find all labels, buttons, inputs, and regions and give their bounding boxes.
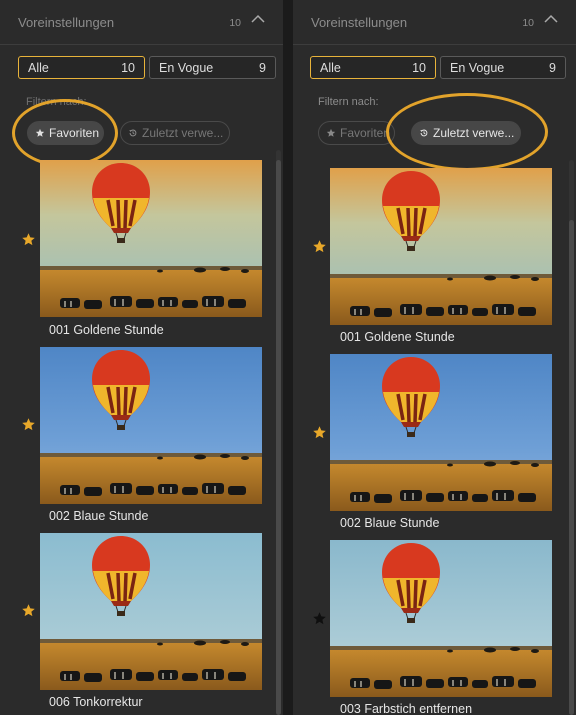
tab-alle[interactable]: Alle 10: [18, 56, 145, 79]
tab-count: 9: [549, 61, 556, 75]
preset-label: 001 Goldene Stunde: [340, 330, 455, 344]
star-icon[interactable]: [21, 417, 36, 432]
scrollbar[interactable]: [276, 150, 281, 715]
presets-panel-left: Voreinstellungen 10 Alle 10 En Vogue 9 F…: [0, 0, 283, 715]
panel-divider: [283, 0, 293, 715]
recent-icon: [129, 129, 137, 137]
chevron-up-icon[interactable]: [544, 14, 558, 24]
tab-label: Alle: [320, 61, 341, 75]
highlight-circle: [12, 99, 118, 167]
panel-count: 10: [522, 17, 534, 29]
tab-alle[interactable]: Alle 10: [310, 56, 436, 79]
tab-count: 9: [259, 61, 266, 75]
star-icon: [326, 128, 336, 137]
filter-label: Filtern nach:: [318, 96, 379, 108]
panel-header[interactable]: Voreinstellungen 10: [293, 0, 576, 44]
preset-item[interactable]: 006 Tonkorrektur: [0, 533, 283, 715]
preset-thumbnail: [330, 540, 552, 697]
tab-en-vogue[interactable]: En Vogue 9: [149, 56, 276, 79]
preset-item[interactable]: 001 Goldene Stunde: [293, 168, 576, 354]
panel-title: Voreinstellungen: [311, 15, 408, 30]
star-icon[interactable]: [21, 232, 36, 247]
header-divider: [0, 44, 283, 45]
preset-item[interactable]: 001 Goldene Stunde: [0, 160, 283, 346]
preset-label: 002 Blaue Stunde: [340, 516, 440, 530]
preset-item[interactable]: 003 Farbstich entfernen: [293, 540, 576, 715]
preset-item[interactable]: 002 Blaue Stunde: [293, 354, 576, 540]
preset-thumbnail: [40, 533, 262, 690]
preset-label: 001 Goldene Stunde: [49, 323, 164, 337]
presets-panel-right: Voreinstellungen 10 Alle 10 En Vogue 9 F…: [293, 0, 576, 715]
scrollbar-thumb[interactable]: [276, 160, 281, 715]
scrollbar[interactable]: [569, 160, 574, 715]
highlight-circle: [386, 93, 548, 171]
preset-thumbnail: [330, 168, 552, 325]
star-icon[interactable]: [312, 425, 327, 440]
preset-thumbnail: [40, 347, 262, 504]
preset-label: 003 Farbstich entfernen: [340, 702, 473, 715]
preset-label: 006 Tonkorrektur: [49, 695, 143, 709]
filter-chip-recent[interactable]: Zuletzt verwe...: [120, 121, 230, 145]
preset-thumbnail: [40, 160, 262, 317]
star-icon[interactable]: [312, 239, 327, 254]
tab-count: 10: [412, 61, 426, 75]
tab-label: En Vogue: [450, 61, 505, 75]
preset-thumbnail: [330, 354, 552, 511]
preset-label: 002 Blaue Stunde: [49, 509, 149, 523]
star-icon[interactable]: [312, 611, 327, 626]
star-icon[interactable]: [21, 603, 36, 618]
preset-item[interactable]: 002 Blaue Stunde: [0, 347, 283, 533]
panel-title: Voreinstellungen: [18, 15, 115, 30]
filter-chip-favorites[interactable]: Favoriten: [318, 121, 395, 145]
panel-count: 10: [229, 17, 241, 29]
tab-label: En Vogue: [159, 61, 214, 75]
tab-count: 10: [121, 61, 135, 75]
chip-label: Favoriten: [340, 126, 391, 140]
chevron-up-icon[interactable]: [251, 14, 265, 24]
panel-header[interactable]: Voreinstellungen 10: [0, 0, 283, 44]
scrollbar-thumb[interactable]: [569, 220, 574, 715]
tab-en-vogue[interactable]: En Vogue 9: [440, 56, 566, 79]
chip-label: Zuletzt verwe...: [142, 126, 224, 140]
header-divider: [293, 44, 576, 45]
tab-label: Alle: [28, 61, 49, 75]
